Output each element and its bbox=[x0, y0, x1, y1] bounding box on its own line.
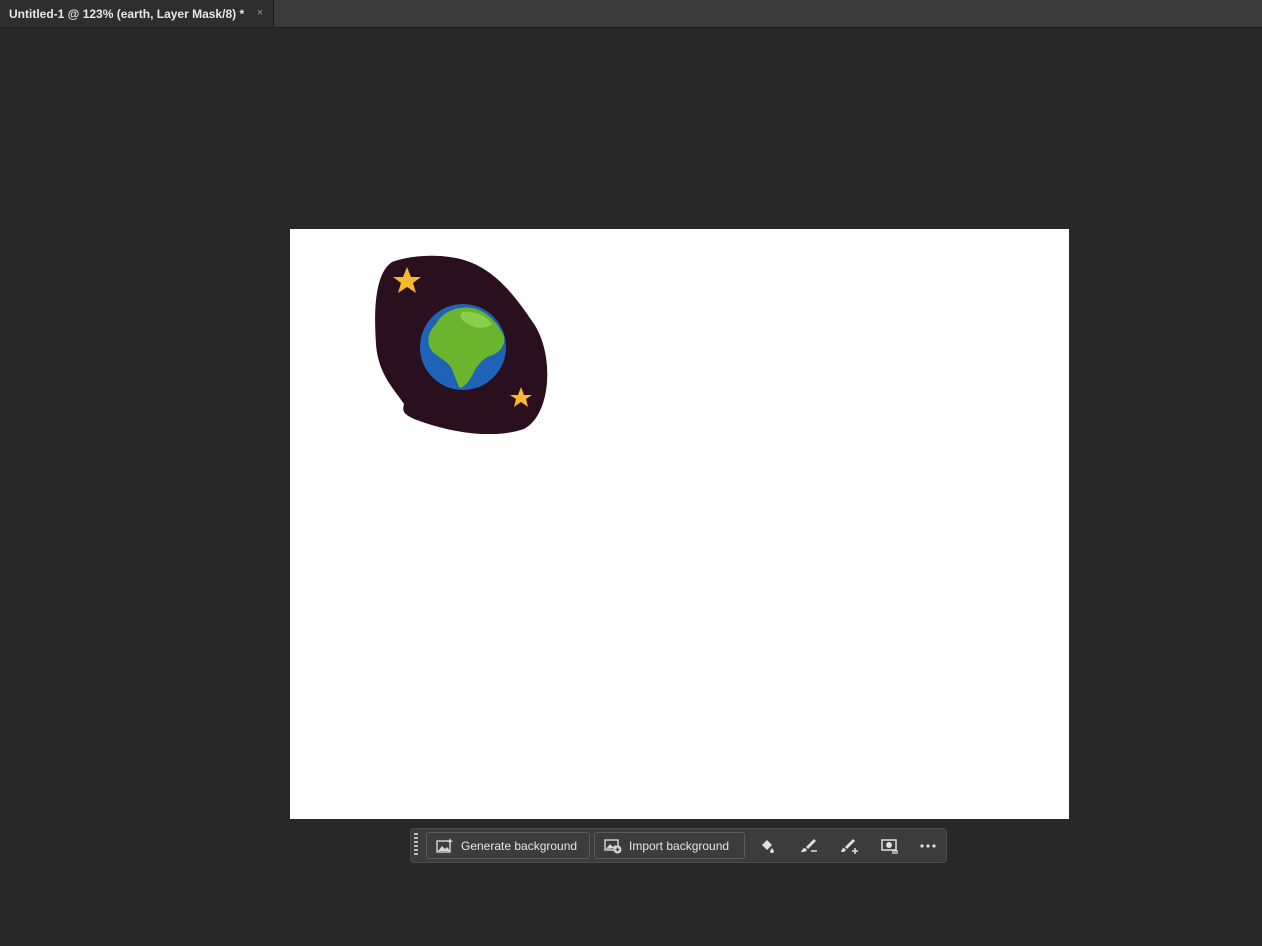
add-brush-button[interactable] bbox=[839, 835, 861, 857]
import-background-label: Import background bbox=[629, 838, 730, 853]
generate-background-button[interactable]: Generate background bbox=[426, 832, 590, 859]
photoshop-window: Untitled-1 @ 123% (earth, Layer Mask/8) … bbox=[0, 0, 1262, 946]
document-tab-title: Untitled-1 @ 123% (earth, Layer Mask/8) … bbox=[9, 6, 245, 21]
import-background-button[interactable]: Import background bbox=[594, 832, 745, 859]
import-image-icon bbox=[604, 838, 622, 853]
mask-settings-button[interactable] bbox=[879, 835, 901, 857]
fill-mask-button[interactable] bbox=[756, 835, 778, 857]
drag-handle[interactable] bbox=[414, 833, 419, 858]
subtract-brush-button[interactable] bbox=[798, 835, 820, 857]
document-tab-bar: Untitled-1 @ 123% (earth, Layer Mask/8) … bbox=[0, 0, 1262, 28]
generate-image-icon bbox=[436, 837, 454, 853]
subtract-brush-icon bbox=[801, 839, 817, 852]
generate-background-label: Generate background bbox=[461, 838, 578, 853]
contextual-task-bar: Generate background Import background bbox=[410, 828, 947, 863]
close-icon[interactable]: × bbox=[255, 6, 265, 20]
document-tab[interactable]: Untitled-1 @ 123% (earth, Layer Mask/8) … bbox=[0, 0, 274, 27]
earth-artwork[interactable] bbox=[374, 254, 554, 434]
more-options-button[interactable] bbox=[917, 835, 939, 857]
mask-settings-icon bbox=[881, 839, 898, 854]
fill-mask-icon bbox=[762, 840, 774, 853]
more-options-icon bbox=[920, 844, 936, 848]
add-brush-icon bbox=[841, 839, 858, 854]
